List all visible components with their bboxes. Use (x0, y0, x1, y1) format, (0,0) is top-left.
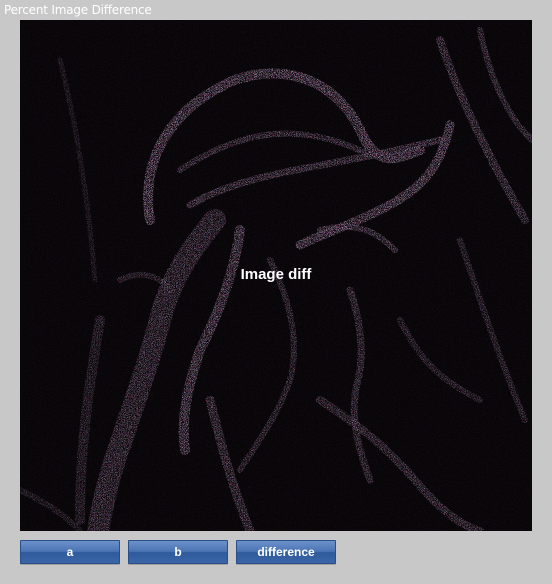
window-title: Percent Image Difference (4, 3, 152, 17)
show-b-button[interactable]: b (128, 540, 228, 564)
show-difference-button[interactable]: difference (236, 540, 336, 564)
app-window: Percent Image Difference Image diff a b … (0, 0, 552, 584)
image-diff-label: Image diff (240, 266, 312, 283)
show-a-button[interactable]: a (20, 540, 120, 564)
image-diff-viewer: Image diff (20, 20, 532, 531)
